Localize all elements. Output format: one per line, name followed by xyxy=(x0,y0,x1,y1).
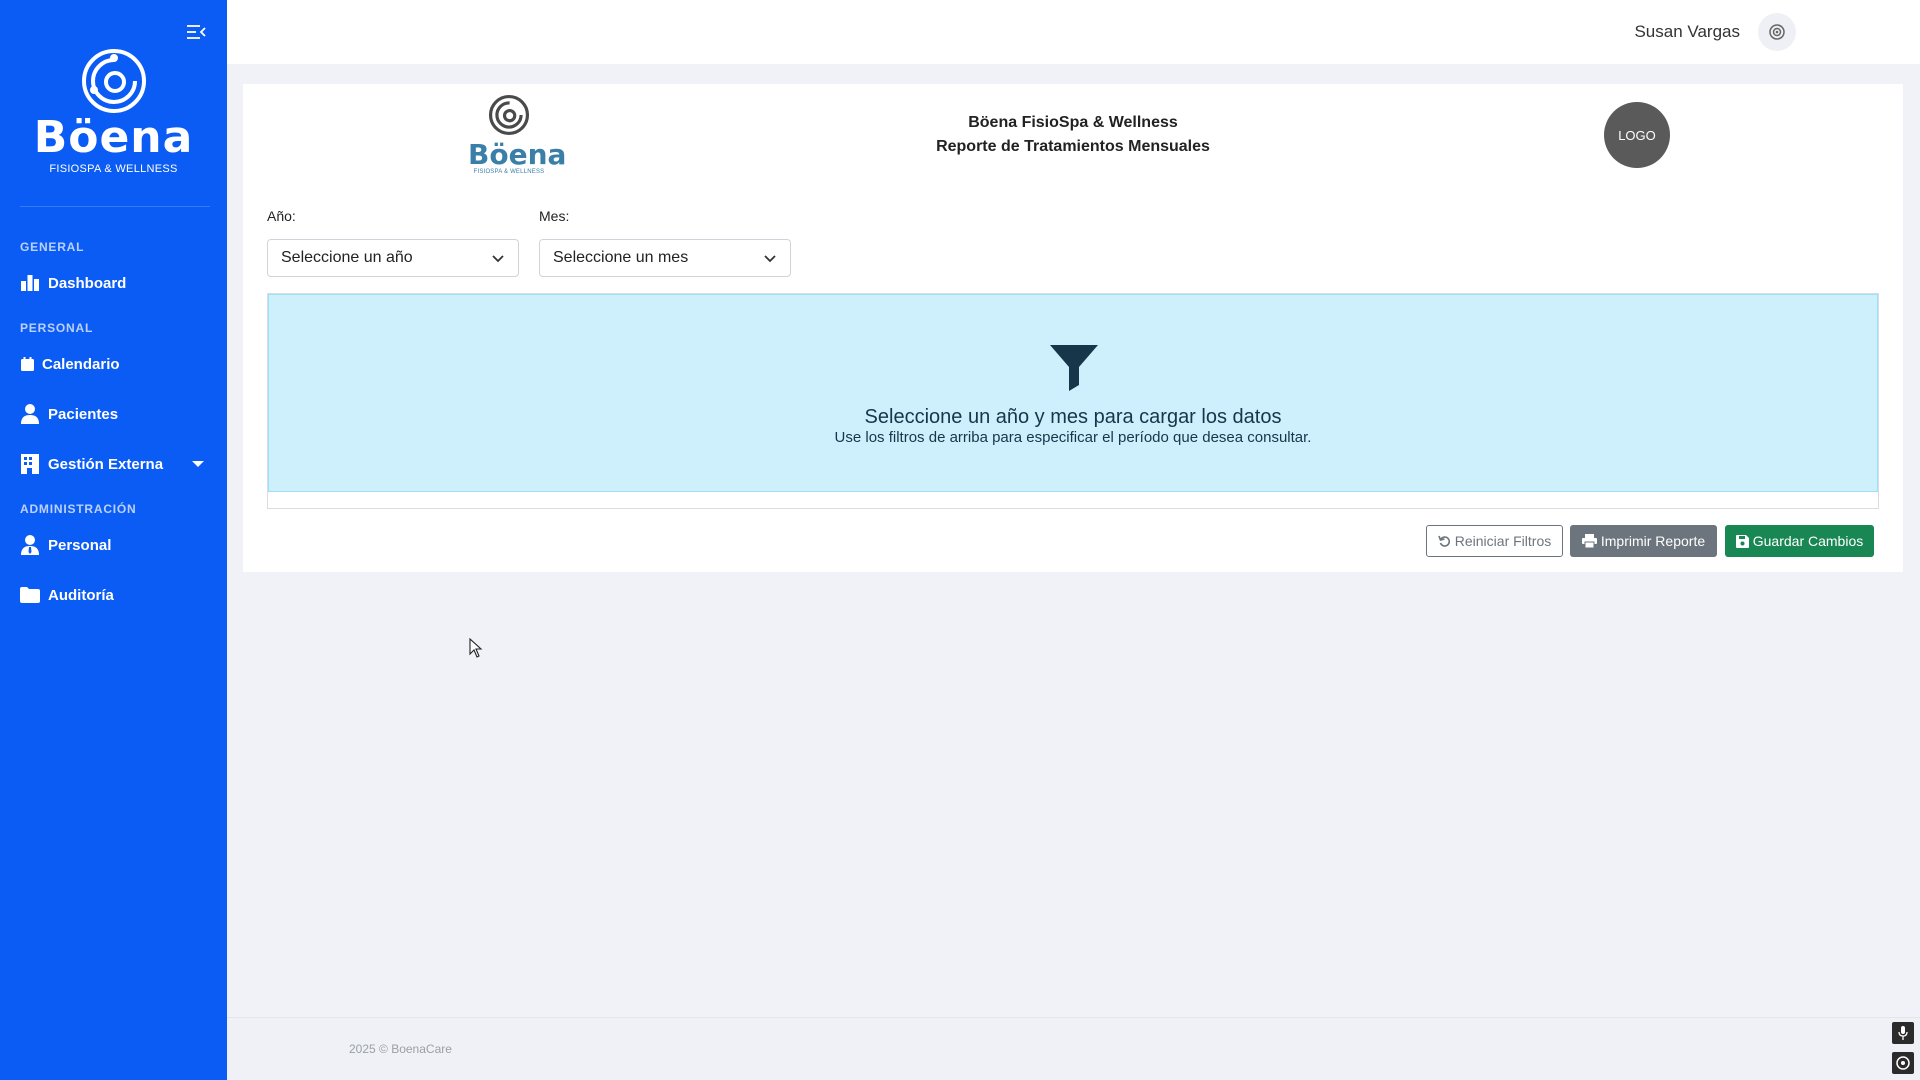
calendar-icon xyxy=(20,354,34,374)
empty-state-title: Seleccione un año y mes para cargar los … xyxy=(864,406,1282,428)
sidebar-item-dashboard[interactable]: Dashboard xyxy=(20,266,210,300)
microphone-icon xyxy=(1898,1026,1908,1040)
top-bar: Susan Vargas xyxy=(227,0,1920,64)
sidebar-item-auditoria[interactable]: Auditoría xyxy=(20,578,210,612)
nav-section-personal: PERSONAL xyxy=(20,321,94,335)
save-icon xyxy=(1735,534,1749,548)
brand-logo[interactable]: Böena FISIOSPA & WELLNESS xyxy=(0,48,227,175)
month-select[interactable]: Seleccione un mes xyxy=(539,239,791,277)
filter-funnel-icon xyxy=(1050,345,1098,391)
sidebar-item-personal[interactable]: Personal xyxy=(20,528,210,562)
user-name[interactable]: Susan Vargas xyxy=(1634,22,1740,42)
printer-icon xyxy=(1581,534,1597,548)
month-select-value: Seleccione un mes xyxy=(553,249,689,266)
reset-filters-button[interactable]: Reiniciar Filtros xyxy=(1426,525,1563,557)
bar-chart-icon xyxy=(20,273,40,293)
accessibility-button[interactable] xyxy=(1892,1052,1914,1074)
brand-name: Böena xyxy=(33,112,194,163)
year-select-value: Seleccione un año xyxy=(281,249,413,266)
building-icon xyxy=(20,454,40,474)
sidebar-collapse-icon[interactable] xyxy=(186,24,208,42)
microphone-button[interactable] xyxy=(1892,1022,1914,1044)
sidebar-item-label: Auditoría xyxy=(48,586,114,604)
save-changes-button[interactable]: Guardar Cambios xyxy=(1725,525,1874,557)
empty-state-alert: Seleccione un año y mes para cargar los … xyxy=(268,294,1878,492)
brand-subtitle: FISIOSPA & WELLNESS xyxy=(49,163,178,175)
folder-icon xyxy=(20,585,40,605)
report-card: Böena FISIOSPA & WELLNESS Böena FisioSpa… xyxy=(243,84,1903,572)
footer: 2025 © BoenaCare xyxy=(227,1017,1920,1080)
year-filter-label: Año: xyxy=(267,208,296,224)
chevron-down-icon[interactable] xyxy=(192,461,204,467)
sidebar-divider xyxy=(20,206,210,207)
year-select[interactable]: Seleccione un año xyxy=(267,239,519,277)
nav-section-general: GENERAL xyxy=(20,240,85,254)
footer-copyright: 2025 © BoenaCare xyxy=(349,1042,452,1056)
undo-icon xyxy=(1438,535,1451,548)
brand-mark-icon xyxy=(81,49,146,113)
sidebar-item-label: Personal xyxy=(48,536,112,554)
report-logo-subtitle: FISIOSPA & WELLNESS xyxy=(473,169,545,175)
print-report-button[interactable]: Imprimir Reporte xyxy=(1570,525,1717,557)
user-icon xyxy=(20,404,40,424)
empty-state-subtitle: Use los filtros de arriba para especific… xyxy=(834,429,1312,446)
sidebar-item-calendario[interactable]: Calendario xyxy=(20,347,210,381)
sidebar: Böena FISIOSPA & WELLNESS GENERAL Dashbo… xyxy=(0,0,227,1080)
sidebar-item-pacientes[interactable]: Pacientes xyxy=(20,397,210,431)
sidebar-item-label: Gestión Externa xyxy=(48,455,164,473)
reset-filters-label: Reiniciar Filtros xyxy=(1454,533,1552,549)
mouse-cursor-icon xyxy=(469,638,483,658)
sidebar-item-gestion-externa[interactable]: Gestión Externa xyxy=(20,447,210,481)
save-changes-label: Guardar Cambios xyxy=(1752,533,1864,549)
user-avatar[interactable] xyxy=(1758,13,1796,51)
chevron-down-icon xyxy=(764,255,776,263)
month-filter-label: Mes: xyxy=(539,208,570,224)
sidebar-item-label: Calendario xyxy=(42,355,120,373)
nav-section-administracion: ADMINISTRACIÓN xyxy=(20,502,137,516)
avatar-icon xyxy=(1769,24,1785,40)
target-icon xyxy=(1896,1056,1910,1070)
chevron-down-icon xyxy=(492,255,504,263)
results-container: Seleccione un año y mes para cargar los … xyxy=(267,293,1879,509)
user-tie-icon xyxy=(20,535,40,555)
sidebar-item-label: Pacientes xyxy=(48,405,119,423)
print-report-label: Imprimir Reporte xyxy=(1600,533,1706,549)
sidebar-item-label: Dashboard xyxy=(48,274,127,292)
logo-placeholder: LOGO xyxy=(1604,102,1670,168)
